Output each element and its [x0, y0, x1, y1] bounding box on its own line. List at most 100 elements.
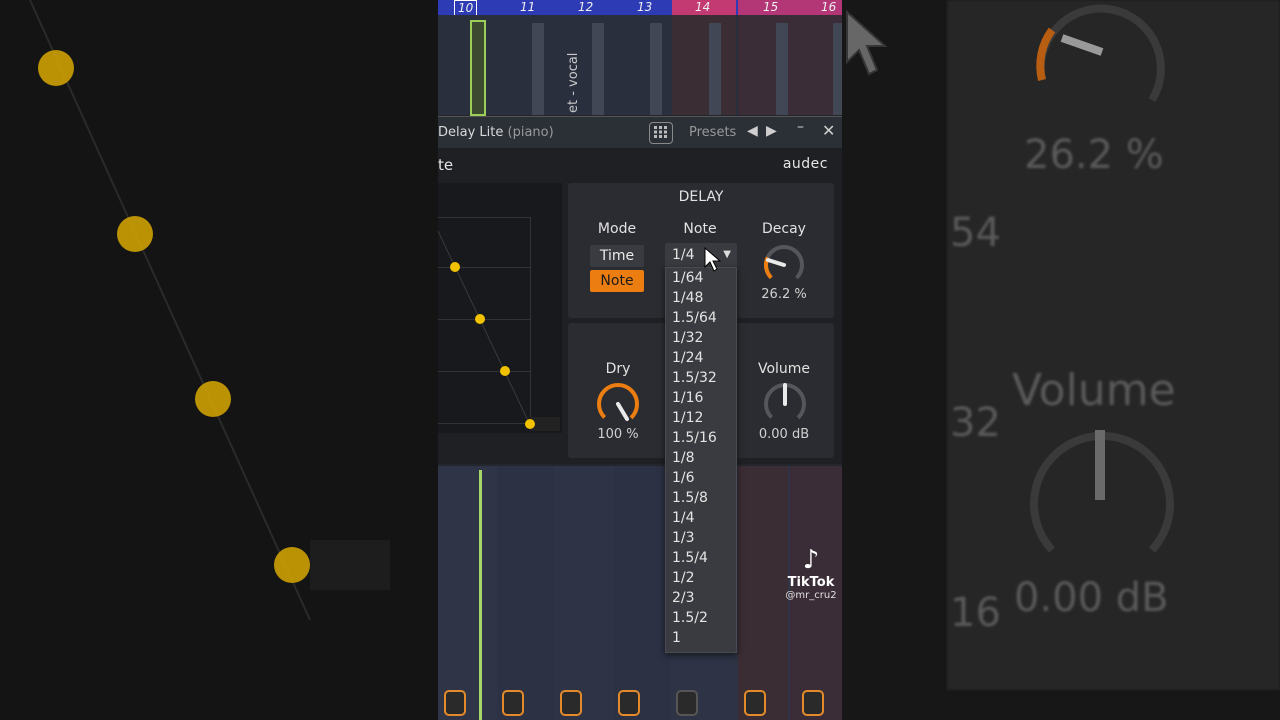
tiktok-logo-icon: ♪ [802, 545, 820, 575]
note-option[interactable]: 1.5/64 [666, 308, 736, 328]
note-option[interactable]: 1/12 [666, 408, 736, 428]
plugin-title-subtitle: (piano) [507, 125, 554, 140]
mixer-column [498, 466, 554, 720]
note-dropdown-list[interactable]: 1/64 1/48 1.5/64 1/32 1/24 1.5/32 1/16 1… [665, 267, 737, 653]
bg-dot [38, 50, 74, 86]
minimize-icon[interactable]: – [797, 119, 804, 135]
plugin-name: te [438, 156, 454, 174]
ruler-mark[interactable]: 16 [821, 0, 836, 14]
track-tint [738, 15, 842, 115]
lock-icon[interactable] [744, 690, 766, 716]
ruler-mark[interactable]: 11 [520, 0, 535, 14]
note-option[interactable]: 1/32 [666, 328, 736, 348]
background-decay-knob [1036, 4, 1165, 103]
ruler-mark[interactable]: 14 [695, 0, 710, 14]
track-lane[interactable] [709, 23, 721, 115]
preset-next-icon[interactable]: ▶ [766, 123, 777, 139]
decay-value: 26.2 % [761, 287, 807, 302]
track-lane[interactable] [532, 23, 544, 115]
note-option[interactable]: 1.5/2 [666, 608, 736, 628]
track-lane[interactable] [592, 23, 604, 115]
delay-tap-dot[interactable] [450, 262, 460, 272]
ruler-mark[interactable]: 12 [578, 0, 593, 14]
lock-icon[interactable] [560, 690, 582, 716]
background-graph [29, 0, 390, 621]
background-partial-text: 54 [950, 210, 1001, 256]
note-option[interactable]: 1/16 [666, 388, 736, 408]
note-option[interactable]: 1/64 [666, 268, 736, 288]
mixer-column [438, 466, 496, 720]
note-option[interactable]: 1/8 [666, 448, 736, 468]
background-volume-value: 0.00 dB [1014, 575, 1169, 621]
keyboard-grid-icon[interactable] [649, 122, 673, 144]
note-option[interactable]: 1/2 [666, 568, 736, 588]
note-option[interactable]: 1/4 [666, 508, 736, 528]
plugin-title-text: Delay Lite [438, 125, 504, 140]
mode-time-button[interactable]: Time [590, 245, 644, 267]
dry-knob[interactable] [595, 381, 641, 427]
volume-knob[interactable] [762, 381, 808, 427]
preset-prev-icon[interactable]: ◀ [747, 123, 758, 139]
grid-icon [654, 126, 667, 138]
tiktok-watermark: ♪ TikTok @mr_cru2 [776, 545, 846, 601]
note-option[interactable]: 1.5/4 [666, 548, 736, 568]
mode-note-button[interactable]: Note [590, 270, 644, 292]
track-name-label: et - vocal [566, 52, 581, 113]
presets-label[interactable]: Presets [689, 125, 736, 140]
lock-icon[interactable] [618, 690, 640, 716]
decay-knob[interactable] [762, 243, 806, 287]
tiktok-name: TikTok [787, 575, 835, 590]
volume-value: 0.00 dB [758, 427, 810, 442]
note-select-value: 1/4 [672, 247, 695, 263]
note-option[interactable]: 2/3 [666, 588, 736, 608]
ruler-mark[interactable]: 15 [763, 0, 778, 14]
graph-plot [438, 230, 560, 431]
note-option[interactable]: 1/48 [666, 288, 736, 308]
lock-icon[interactable] [444, 690, 466, 716]
note-option[interactable]: 1/6 [666, 468, 736, 488]
close-icon[interactable]: ✕ [822, 121, 835, 140]
lock-icon[interactable] [676, 690, 698, 716]
track-lane[interactable] [776, 23, 788, 115]
lock-icon[interactable] [502, 690, 524, 716]
volume-label: Volume [757, 361, 811, 377]
note-select[interactable]: 1/4 ▼ [665, 243, 737, 267]
brand-logo: audec [782, 156, 828, 172]
mixer-track-area: et - vocal [438, 15, 842, 116]
timeline-ruler[interactable]: 10 11 12 13 14 15 16 [438, 0, 842, 16]
delay-tap-dot[interactable] [475, 314, 485, 324]
mouse-cursor-icon [704, 247, 722, 272]
note-option[interactable]: 1 [666, 628, 736, 648]
tiktok-user: @mr_cru2 [785, 590, 837, 601]
note-option[interactable]: 1/3 [666, 528, 736, 548]
note-option[interactable]: 1.5/32 [666, 368, 736, 388]
mixer-column [614, 466, 670, 720]
bg-dot [274, 547, 310, 583]
selected-track-lane[interactable] [470, 20, 486, 116]
note-label: Note [683, 221, 717, 237]
background-left [0, 0, 438, 720]
track-tint [672, 15, 736, 115]
background-volume-knob [1030, 430, 1174, 553]
plugin-body: te audec DELAY Mode Time Note Note 1/4 ▼… [438, 148, 842, 464]
delay-tap-dot[interactable] [500, 366, 510, 376]
bg-dot [195, 381, 231, 417]
mixer-column [556, 466, 612, 720]
ruler-mark-selected[interactable]: 10 [454, 0, 478, 16]
track-lane[interactable] [833, 23, 842, 115]
note-option[interactable]: 1/24 [666, 348, 736, 368]
selected-track-marker [479, 470, 482, 720]
note-option[interactable]: 1.5/16 [666, 428, 736, 448]
dry-value: 100 % [597, 427, 639, 442]
delay-tap-dot[interactable] [525, 419, 535, 429]
plugin-titlebar[interactable]: Delay Lite (piano) Presets ◀ ▶ – ✕ [438, 116, 842, 149]
ruler-mark[interactable]: 13 [637, 0, 652, 14]
note-option[interactable]: 1.5/8 [666, 488, 736, 508]
background-partial-text: 32 [950, 400, 1001, 446]
delay-section-title: DELAY [678, 189, 724, 205]
mode-label: Mode [597, 221, 637, 237]
background-right: 26.2 % 54 32 16 Volume 0.00 dB [842, 0, 1280, 720]
track-lane[interactable] [650, 23, 662, 115]
lock-icon[interactable] [802, 690, 824, 716]
dry-label: Dry [605, 361, 631, 377]
